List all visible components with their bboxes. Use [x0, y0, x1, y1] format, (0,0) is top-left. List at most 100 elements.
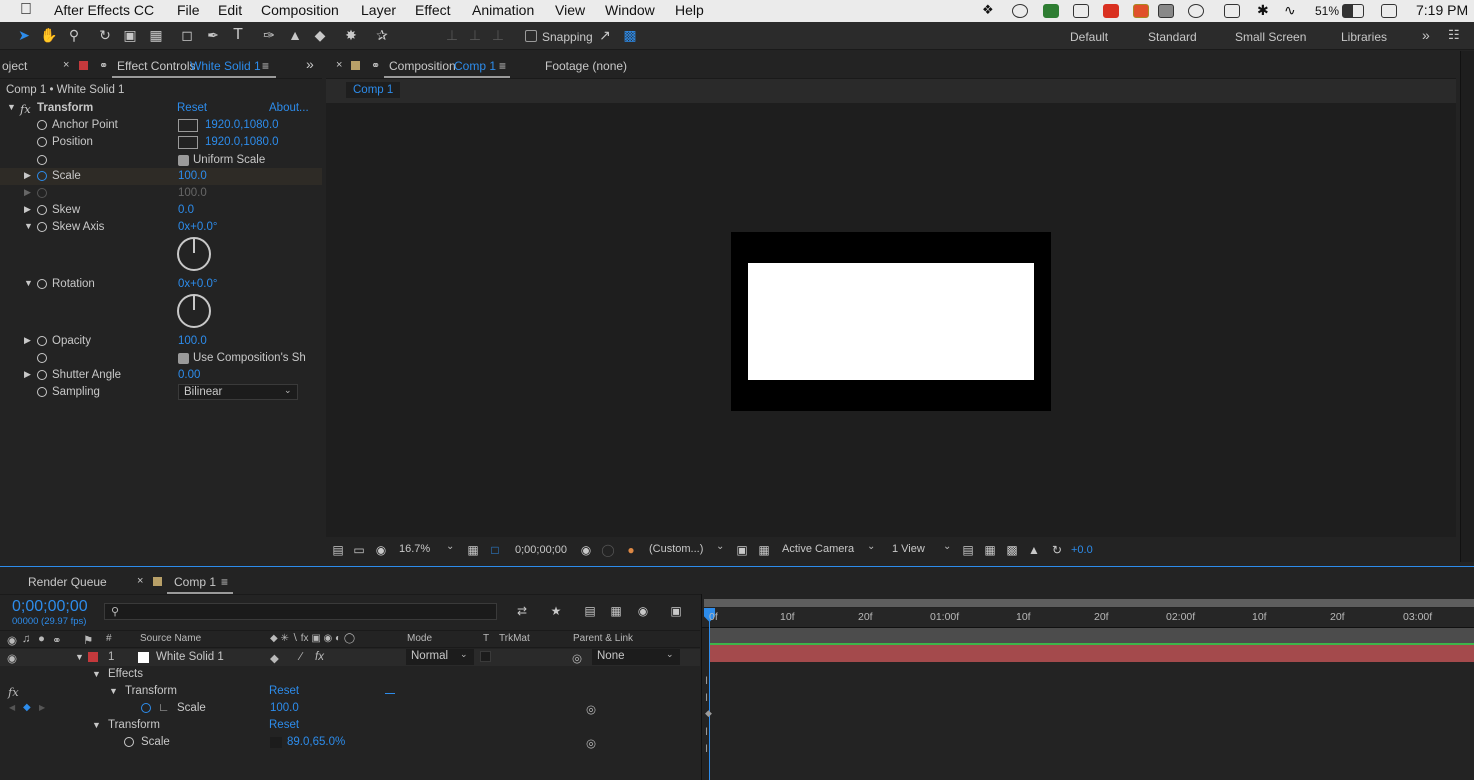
- t-column[interactable]: T: [483, 633, 489, 644]
- battery-app-icon[interactable]: [1133, 4, 1149, 18]
- effect-controls-layer[interactable]: White Solid 1: [190, 59, 261, 73]
- creative-cloud-icon[interactable]: [1012, 4, 1028, 18]
- playhead-line[interactable]: [709, 608, 710, 780]
- effect-controls-tab[interactable]: Effect Controls: [117, 59, 195, 73]
- transform-scale-value[interactable]: 89.0,65.0%: [287, 736, 345, 748]
- lock-icon[interactable]: ⚭: [371, 59, 380, 72]
- stopwatch-icon[interactable]: [37, 222, 47, 232]
- scale-row[interactable]: ▶ Scale 100.0: [0, 168, 322, 185]
- stopwatch-icon[interactable]: [37, 387, 47, 397]
- type-tool-icon[interactable]: T: [230, 27, 246, 43]
- rotation-dial[interactable]: [177, 294, 211, 328]
- expand-scale-icon[interactable]: ▶: [24, 170, 31, 181]
- quality-switch-icon[interactable]: ∕: [300, 651, 302, 663]
- audio-column-icon[interactable]: ♫: [22, 633, 31, 645]
- preview-icon[interactable]: ▭: [351, 542, 367, 558]
- keyframe-marker[interactable]: I: [705, 675, 708, 687]
- comp-frame[interactable]: [731, 232, 1051, 411]
- lock-icon[interactable]: ⚭: [99, 59, 108, 72]
- shy-switch-icon[interactable]: ◆: [270, 651, 279, 665]
- fx-icon[interactable]: fx: [20, 102, 31, 116]
- menu-window[interactable]: Window: [605, 2, 655, 18]
- effect-transform-row[interactable]: fx ▼ Transform Reset: [0, 683, 700, 700]
- roto-brush-tool-icon[interactable]: ✸: [343, 27, 359, 43]
- workspace-standard[interactable]: Standard: [1148, 30, 1197, 44]
- fast-previews-icon[interactable]: ▤: [960, 542, 976, 558]
- hand-tool-icon[interactable]: ✋: [40, 27, 57, 43]
- close-tab-icon[interactable]: ×: [137, 575, 143, 587]
- magnet-icon[interactable]: [1073, 4, 1089, 18]
- layer-search-input[interactable]: ⚲: [104, 603, 497, 620]
- evernote-icon[interactable]: [1043, 4, 1059, 18]
- menu-help[interactable]: Help: [675, 2, 704, 18]
- effect-header-row[interactable]: ▼ fx Transform Reset About...: [0, 100, 322, 117]
- uniform-scale-checkbox[interactable]: [178, 155, 189, 166]
- layer-name[interactable]: White Solid 1: [156, 651, 224, 663]
- graph-icon[interactable]: ∟: [158, 702, 169, 714]
- effect-scale-row[interactable]: ◀ ◆ ▶ ∟ Scale 100.0 ◎: [0, 700, 700, 717]
- panel-menu-icon[interactable]: ≡: [221, 575, 228, 589]
- opacity-value[interactable]: 100.0: [178, 335, 207, 347]
- rectangle-tool-icon[interactable]: ◻: [179, 27, 195, 43]
- close-tab-icon[interactable]: ×: [63, 59, 69, 71]
- exposure-value[interactable]: +0.0: [1071, 544, 1093, 556]
- rotate-tool-icon[interactable]: ↻: [97, 27, 113, 43]
- layer-row[interactable]: ◉ ▼ 1 White Solid 1 ◆ ∕ fx Normal ⌄ ◎ No…: [0, 649, 700, 666]
- collapse-transform-icon[interactable]: ▼: [7, 102, 16, 112]
- prev-keyframe-icon[interactable]: ◀: [9, 703, 15, 712]
- fx-switch-icon[interactable]: fx: [315, 651, 324, 663]
- preserve-transparency-box[interactable]: [480, 651, 491, 662]
- parent-pickwhip-icon[interactable]: ◎: [572, 651, 582, 665]
- collapse-transform-group-icon[interactable]: ▼: [92, 720, 101, 730]
- timeline-comp-tab[interactable]: Comp 1: [174, 575, 216, 589]
- collapse-skew-axis-icon[interactable]: ▼: [24, 221, 33, 231]
- expression-pickwhip-icon[interactable]: ◎: [586, 736, 596, 750]
- app-menu[interactable]: After Effects CC: [54, 2, 154, 18]
- scale-value[interactable]: 100.0: [178, 170, 207, 182]
- workspace-small-screen[interactable]: Small Screen: [1235, 30, 1306, 44]
- eye-column-icon[interactable]: ◉: [7, 633, 17, 647]
- stopwatch-icon[interactable]: [37, 120, 47, 130]
- shy-layers-icon[interactable]: ▤: [582, 603, 598, 619]
- menu-layer[interactable]: Layer: [361, 2, 396, 18]
- bluetooth-icon[interactable]: ✱: [1257, 2, 1269, 19]
- menu-edit[interactable]: Edit: [218, 2, 242, 18]
- zoom-tool-icon[interactable]: ⚲: [66, 27, 82, 43]
- trkmat-column[interactable]: TrkMat: [499, 633, 530, 644]
- time-machine-icon[interactable]: [1188, 4, 1204, 18]
- crosshair-icon[interactable]: [178, 119, 198, 132]
- snapping-checkbox[interactable]: [525, 30, 537, 42]
- collapse-layer-icon[interactable]: ▼: [75, 652, 84, 662]
- stopwatch-icon[interactable]: [37, 155, 47, 165]
- composition-tab[interactable]: Composition: [389, 59, 456, 73]
- fit-icon[interactable]: ▦: [465, 542, 481, 558]
- flowchart-icon[interactable]: ▲: [1026, 542, 1042, 558]
- transform-scale-row[interactable]: Scale 89.0,65.0% ◎: [0, 734, 700, 751]
- skew-axis-dial[interactable]: [177, 237, 211, 271]
- mode-column[interactable]: Mode: [407, 633, 432, 644]
- keyframe-diamond[interactable]: ◆: [705, 708, 712, 719]
- keyframe-marker[interactable]: I: [705, 692, 708, 704]
- effect-scale-value[interactable]: 100.0: [270, 702, 299, 714]
- pen-tool-icon[interactable]: ✒: [205, 27, 221, 43]
- workspace-libraries[interactable]: Libraries: [1341, 30, 1387, 44]
- switches-column-icons[interactable]: ◆ ✳ ∖ fx ▣ ◉ ◐ ◯: [270, 633, 355, 644]
- channels-icon[interactable]: ●: [623, 542, 639, 558]
- motion-blur-icon[interactable]: ◉: [635, 603, 651, 619]
- timeline-timecode[interactable]: 0;00;00;00: [12, 598, 88, 616]
- toggle-transparency-icon[interactable]: ▦: [756, 542, 772, 558]
- menu-file[interactable]: File: [177, 2, 200, 18]
- num-column[interactable]: #: [106, 633, 112, 644]
- constrain-proportions-box[interactable]: [270, 737, 282, 748]
- add-keyframe-icon[interactable]: ◆: [23, 702, 31, 713]
- stopwatch-icon[interactable]: [37, 205, 47, 215]
- collapse-rotation-icon[interactable]: ▼: [24, 278, 33, 288]
- stopwatch-icon[interactable]: [37, 171, 47, 181]
- effect-about-button[interactable]: About...: [269, 102, 309, 114]
- lock-column-icon[interactable]: ⚭: [52, 633, 62, 647]
- time-ruler[interactable]: [702, 608, 1474, 628]
- expand-opacity-icon[interactable]: ▶: [24, 335, 31, 346]
- current-time[interactable]: 0;00;00;00: [515, 544, 567, 556]
- workspace-default[interactable]: Default: [1070, 30, 1108, 44]
- red-app-icon[interactable]: [1103, 4, 1119, 18]
